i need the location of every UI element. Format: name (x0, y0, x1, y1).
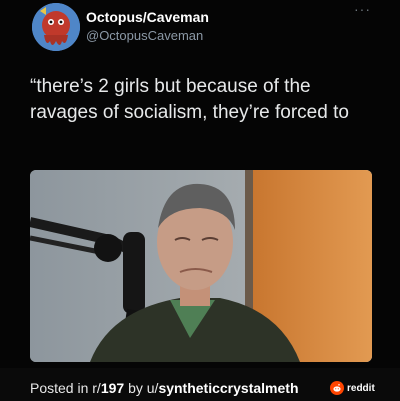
more-dots-icon[interactable]: ··· (354, 2, 374, 18)
reddit-footer: Posted in r/197 by u/syntheticcrystalmet… (0, 368, 400, 401)
posted-prefix: Posted in r/ (30, 380, 101, 396)
reddit-badge: reddit (330, 380, 375, 396)
username-link[interactable]: syntheticcrystalmeth (158, 380, 298, 396)
avatar[interactable] (32, 3, 80, 51)
by-text: by u/ (124, 380, 159, 396)
author-name[interactable]: Octopus/Caveman (86, 9, 209, 25)
subreddit-link[interactable]: 197 (101, 380, 124, 396)
reddit-wordmark: reddit (347, 382, 375, 394)
embedded-video[interactable] (30, 170, 372, 362)
tweet-text: “there’s 2 girls but because of the rava… (30, 76, 349, 123)
author-handle[interactable]: @OctopusCaveman (86, 28, 203, 43)
posted-in-line: Posted in r/197 by u/syntheticcrystalmet… (30, 380, 299, 396)
reddit-logo-icon (330, 381, 344, 395)
post-card: Octopus/Caveman @OctopusCaveman ··· “the… (0, 0, 400, 401)
